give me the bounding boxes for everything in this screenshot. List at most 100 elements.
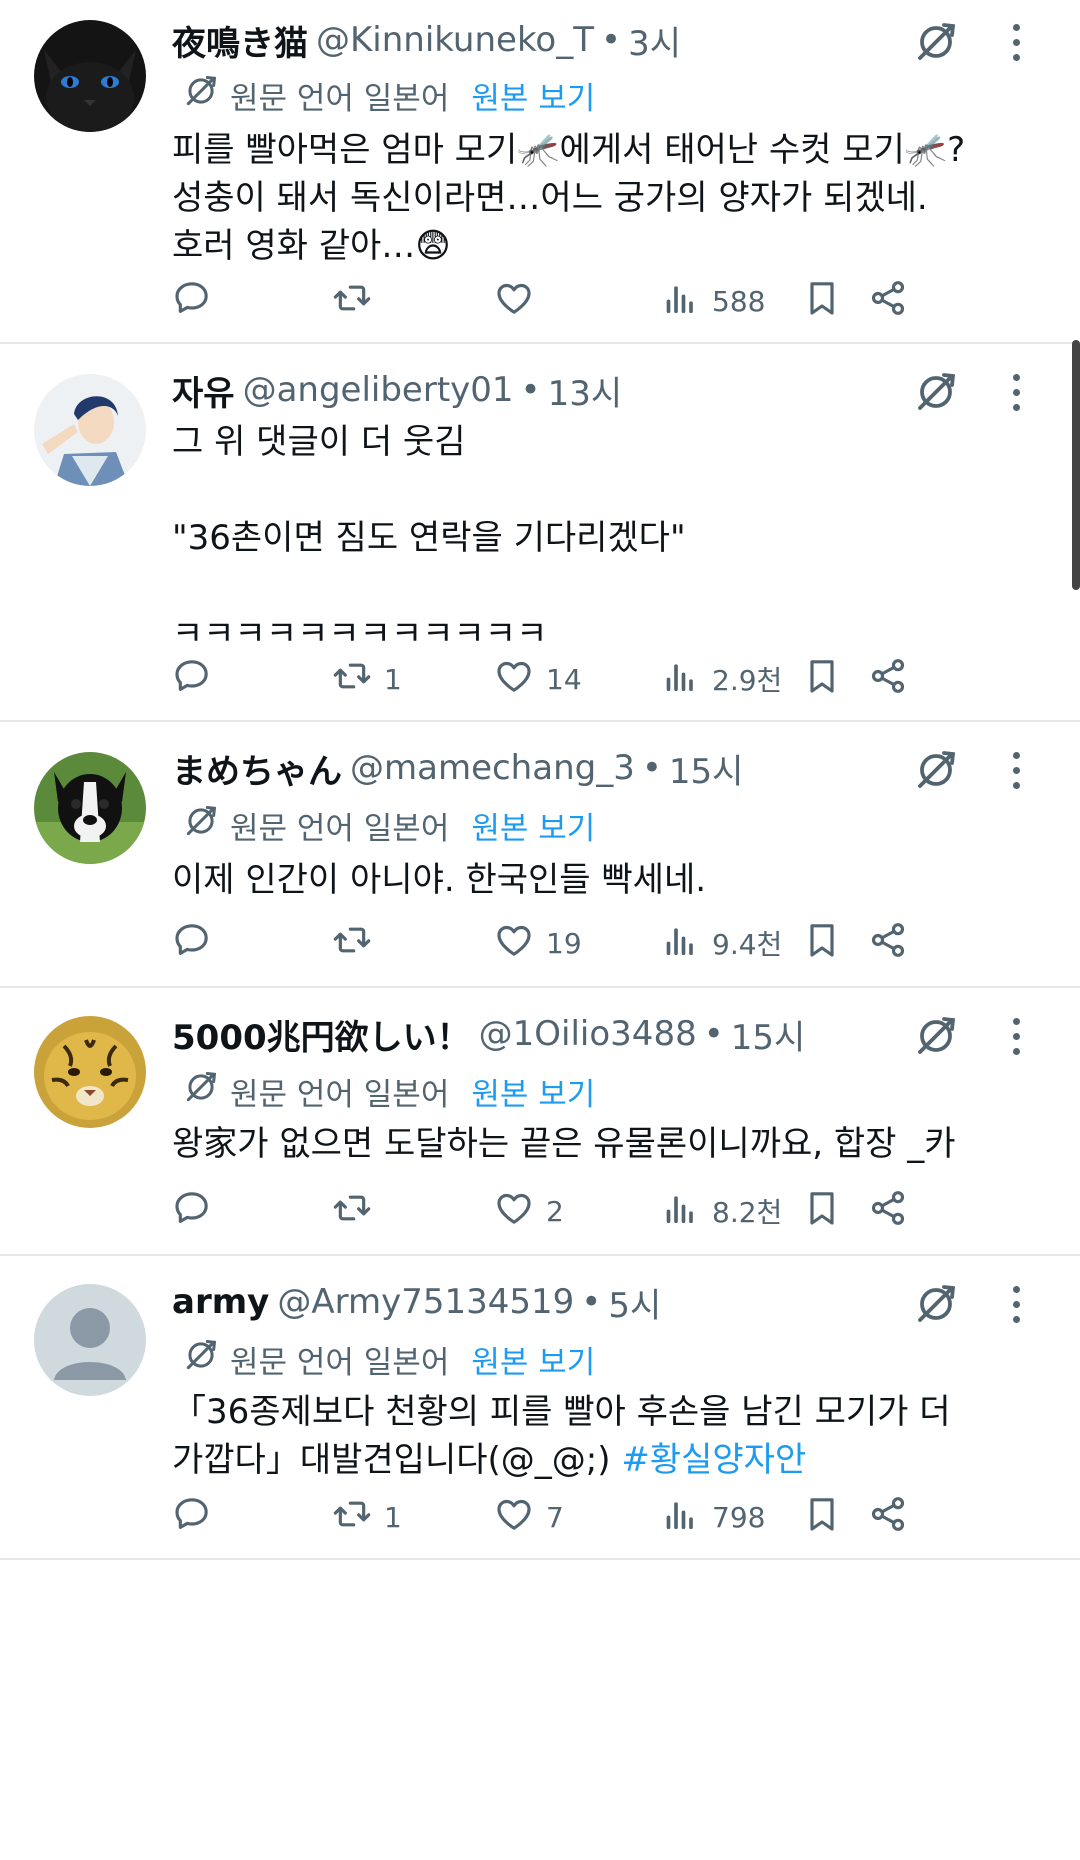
tweet-body: 夜鳴き猫 @Kinnikuneko_T • 3시 원문 언어 일본어 원본 보기 피를 빨아… (172, 12, 1020, 356)
bookmark-button[interactable] (802, 1492, 842, 1542)
reply-button[interactable] (172, 654, 224, 704)
like-button[interactable] (494, 276, 546, 326)
share-button[interactable] (868, 1186, 908, 1236)
user-handle[interactable]: @Army75134519 (277, 1282, 574, 1322)
views-button[interactable]: 8.2천 (660, 1186, 782, 1236)
user-handle[interactable]: @angeliberty01 (243, 370, 514, 410)
more-options-icon[interactable] (1002, 746, 1030, 794)
display-name[interactable]: 夜鳴き猫 (172, 16, 308, 65)
bookmark-button[interactable] (802, 654, 842, 704)
original-language-label: 원문 언어 일본어 (230, 80, 450, 117)
view-original-link[interactable]: 원본 보기 (471, 803, 595, 848)
share-button[interactable] (868, 918, 908, 968)
tweet[interactable]: 5000兆円欲しい！ @1Oilio3488 • 15시 원문 언어 일본어 원본 보기 왕… (0, 988, 1080, 1256)
retweet-button[interactable] (332, 918, 384, 968)
tweet-text-content: 왕家가 없으면 도달하는 끝은 유물론이니까요, 합장 _카 (172, 1124, 956, 1164)
like-count: 19 (546, 926, 582, 960)
translation-notice: 원문 언어 일본어 원본 보기 (182, 1068, 595, 1114)
view-original-link[interactable]: 원본 보기 (471, 1069, 595, 1114)
bookmark-button[interactable] (802, 276, 842, 326)
views-button[interactable]: 588 (660, 276, 765, 326)
like-button[interactable]: 7 (494, 1492, 564, 1542)
reply-button[interactable] (172, 1492, 224, 1542)
tweet-text: 왕家가 없으면 도달하는 끝은 유물론이니까요, 합장 _카 (172, 1120, 1012, 1168)
share-button[interactable] (868, 1492, 908, 1542)
reply-button[interactable] (172, 1186, 224, 1236)
display-name[interactable]: army (172, 1282, 269, 1322)
tweet[interactable]: army @Army75134519 • 5시 원문 언어 일본어 원본 보기 「36종제보… (0, 1256, 1080, 1560)
separator-dot: • (581, 1282, 602, 1322)
display-name[interactable]: 자유 (172, 366, 235, 415)
tweet[interactable]: まめちゃん @mamechang_3 • 15시 원문 언어 일본어 원본 보기 이제 인간… (0, 722, 1080, 988)
more-options-icon[interactable] (1002, 1280, 1030, 1328)
tweet-text-line (172, 466, 1012, 514)
translate-icon (182, 1068, 230, 1114)
display-name[interactable]: 5000兆円欲しい！ (172, 1010, 471, 1059)
tweet[interactable]: 자유 @angeliberty01 • 13시 그 위 댓글이 더 웃김 "36촌이면 짐… (0, 344, 1080, 722)
more-options-icon[interactable] (1002, 368, 1030, 416)
tweet-text-content: 호러 영화 같아…😨 (172, 226, 451, 266)
retweet-button[interactable] (332, 1186, 384, 1236)
views-count: 798 (712, 1500, 766, 1534)
like-button[interactable]: 19 (494, 918, 582, 968)
tweet-text: 피를 빨아먹은 엄마 모기🦟에게서 태어난 수컷 모기🦟? 성충이 돼서 독신이라… (172, 126, 1012, 270)
timestamp[interactable]: 5시 (608, 1278, 661, 1327)
bookmark-button[interactable] (802, 918, 842, 968)
view-original-link[interactable]: 원본 보기 (471, 73, 595, 118)
display-name[interactable]: まめちゃん (172, 744, 342, 793)
timestamp[interactable]: 13시 (548, 366, 623, 415)
like-button[interactable]: 2 (494, 1186, 564, 1236)
reply-button[interactable] (172, 918, 224, 968)
scrollbar[interactable] (1072, 340, 1080, 590)
user-handle[interactable]: @mamechang_3 (350, 748, 635, 788)
translation-notice: 원문 언어 일본어 원본 보기 (182, 72, 595, 118)
avatar[interactable] (34, 20, 146, 132)
views-button[interactable]: 2.9천 (660, 654, 782, 704)
retweet-button[interactable]: 1 (332, 1492, 402, 1542)
user-handle[interactable]: @Kinnikuneko_T (316, 20, 594, 60)
retweet-button[interactable] (332, 276, 384, 326)
views-button[interactable]: 798 (660, 1492, 765, 1542)
tweet-text: 이제 인간이 아니야. 한국인들 빡세네. (172, 856, 1012, 904)
translate-icon[interactable] (912, 1012, 960, 1060)
views-icon (660, 1188, 700, 1235)
hashtag-link[interactable]: #황실양자안 (621, 1440, 806, 1480)
like-count: 2 (546, 1194, 564, 1228)
tweet-text-content: "36촌이면 짐도 연락을 기다리겠다" (172, 518, 686, 558)
more-options-icon[interactable] (1002, 18, 1030, 66)
more-options-icon[interactable] (1002, 1012, 1030, 1060)
tweet-header: 자유 @angeliberty01 • 13시 (172, 362, 622, 418)
like-icon (494, 1188, 534, 1235)
avatar[interactable] (34, 1016, 146, 1128)
retweet-icon (332, 1494, 372, 1541)
avatar[interactable] (34, 1284, 146, 1396)
view-original-link[interactable]: 원본 보기 (471, 1337, 595, 1382)
translate-icon[interactable] (912, 18, 960, 66)
translate-icon[interactable] (912, 368, 960, 416)
tweet[interactable]: 夜鳴き猫 @Kinnikuneko_T • 3시 원문 언어 일본어 원본 보기 피를 빨아… (0, 0, 1080, 344)
translate-icon[interactable] (912, 1280, 960, 1328)
timestamp[interactable]: 15시 (731, 1010, 806, 1059)
timestamp[interactable]: 3시 (628, 16, 681, 65)
original-language-label: 원문 언어 일본어 (230, 810, 450, 847)
tweet-text-content: 「36종제보다 천황의 피를 빨아 후손을 남긴 모기가 더 (172, 1392, 951, 1432)
user-handle[interactable]: @1Oilio3488 (479, 1014, 697, 1054)
avatar[interactable] (34, 752, 146, 864)
retweet-icon (332, 278, 372, 325)
views-icon (660, 278, 700, 325)
tweet-header: army @Army75134519 • 5시 (172, 1274, 661, 1330)
like-button[interactable]: 14 (494, 654, 582, 704)
share-button[interactable] (868, 654, 908, 704)
share-icon (868, 278, 908, 325)
translate-icon[interactable] (912, 746, 960, 794)
bookmark-button[interactable] (802, 1186, 842, 1236)
like-icon (494, 278, 534, 325)
views-button[interactable]: 9.4천 (660, 918, 782, 968)
reply-button[interactable] (172, 276, 224, 326)
share-button[interactable] (868, 276, 908, 326)
tweet-text-line: 그 위 댓글이 더 웃김 (172, 418, 1012, 466)
like-icon (494, 920, 534, 967)
retweet-button[interactable]: 1 (332, 654, 402, 704)
avatar[interactable] (34, 374, 146, 486)
timestamp[interactable]: 15시 (669, 744, 744, 793)
